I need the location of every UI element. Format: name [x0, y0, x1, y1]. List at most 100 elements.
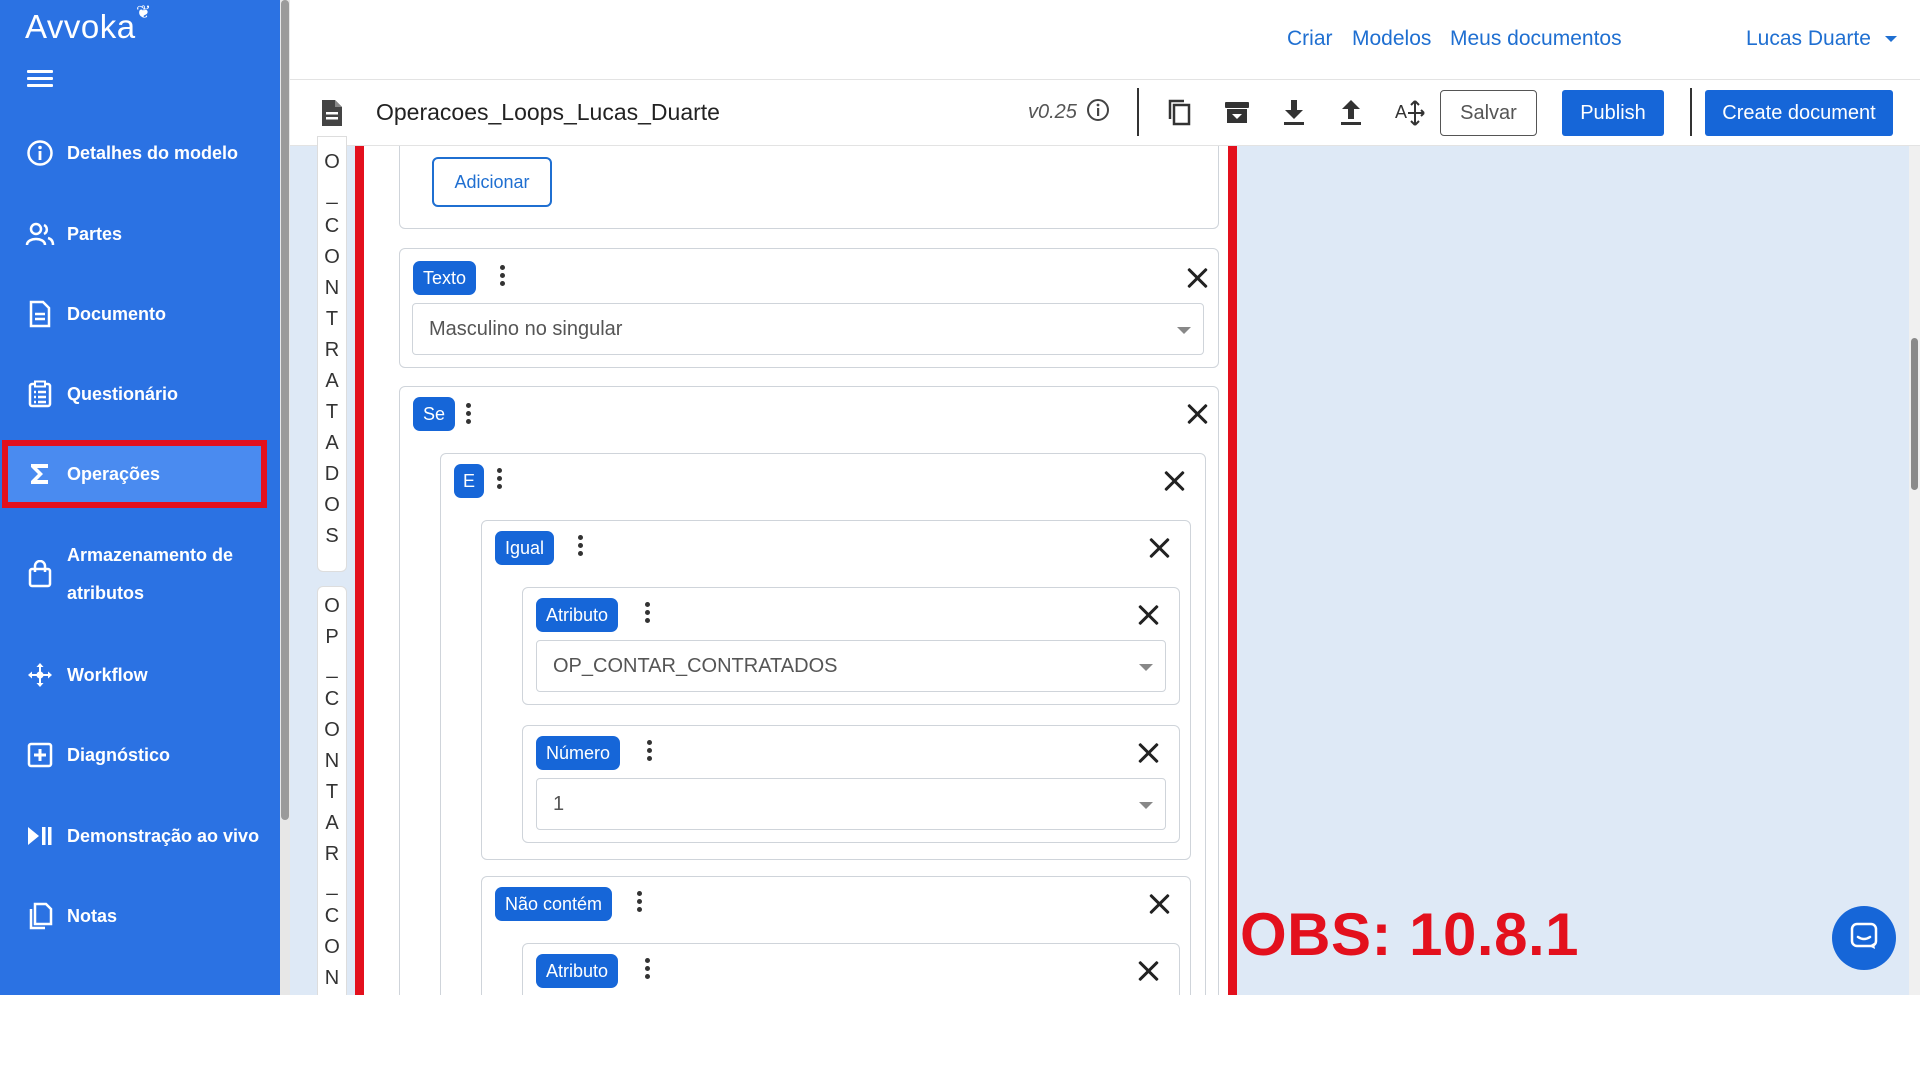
user-menu[interactable]: Lucas Duarte	[1746, 27, 1897, 51]
info-icon[interactable]	[1086, 98, 1110, 127]
numero-select[interactable]: 1	[536, 778, 1166, 830]
igual-tag[interactable]: Igual	[495, 531, 555, 565]
toolbar-divider	[1690, 88, 1692, 136]
sidebar-item-label: Questionário	[67, 384, 179, 404]
atributo-tag[interactable]: Atributo	[536, 954, 619, 988]
close-icon[interactable]	[1186, 403, 1208, 425]
vertical-char: D	[324, 463, 340, 485]
numero-card: Número 1	[522, 725, 1180, 843]
kebab-menu-icon[interactable]	[637, 891, 643, 915]
kebab-menu-icon[interactable]	[647, 740, 653, 764]
vertical-char: R	[324, 339, 340, 361]
vertical-char: _	[326, 874, 338, 896]
sidebar-scrollbar-thumb[interactable]	[281, 0, 289, 820]
sidebar-item-detalhes[interactable]: Detalhes do modelo	[0, 134, 265, 172]
sidebar-item-partes[interactable]: Partes	[0, 215, 265, 253]
archive-icon[interactable]	[1223, 98, 1253, 128]
close-icon[interactable]	[1137, 960, 1159, 982]
vertical-char: O	[324, 719, 340, 741]
vertical-label-contratados[interactable]: O _ C O N T R A T A D O S	[317, 136, 347, 572]
operacoes-highlight-box	[2, 440, 267, 508]
close-icon[interactable]	[1148, 893, 1170, 915]
nao-contem-tag[interactable]: Não contém	[495, 887, 613, 921]
sidebar-item-workflow[interactable]: Workflow	[0, 656, 265, 694]
hamburger-menu-icon[interactable]	[27, 70, 53, 88]
chat-icon	[1849, 921, 1879, 956]
save-button[interactable]: Salvar	[1440, 90, 1537, 136]
atributo-card: Atributo OP_CONTAR_CONTRATADOS	[522, 587, 1180, 705]
sidebar-item-armazenamento[interactable]: Armazenamento de atributos	[0, 536, 265, 612]
nao-contem-card: Não contém Atributo	[481, 876, 1191, 995]
content-scrollbar-thumb[interactable]	[1911, 338, 1918, 490]
annotation-line-left	[355, 146, 364, 995]
vertical-char: T	[325, 401, 339, 423]
numero-select-value: 1	[553, 792, 565, 815]
texto-tag[interactable]: Texto	[413, 261, 477, 295]
nav-link-modelos[interactable]: Modelos	[1352, 27, 1431, 51]
app-screen: Avvoka ❦ Detalhes do modelo Partes Docum…	[0, 0, 1920, 995]
nav-link-meus-documentos[interactable]: Meus documentos	[1450, 27, 1622, 51]
chevron-down-icon	[1177, 327, 1191, 334]
atributo-select-value: OP_CONTAR_CONTRATADOS	[553, 654, 838, 677]
texto-select[interactable]: Masculino no singular	[412, 303, 1204, 355]
workflow-icon	[25, 660, 55, 690]
play-pause-icon	[25, 821, 55, 851]
e-card: E Igual Atributo OP_CONTAR_CONTRATADOS N…	[440, 453, 1206, 995]
atributo-tag[interactable]: Atributo	[536, 598, 619, 632]
leaf-icon: ❦	[136, 2, 152, 22]
sidebar-item-diagnostico[interactable]: Diagnóstico	[0, 736, 265, 774]
atributo-card: Atributo	[522, 943, 1180, 995]
operation-card-top: Adicionar	[399, 146, 1219, 229]
annotation-line-right	[1228, 146, 1237, 995]
add-button[interactable]: Adicionar	[432, 157, 552, 207]
close-icon[interactable]	[1137, 742, 1159, 764]
vertical-char: S	[325, 525, 339, 547]
vertical-char: _	[326, 657, 338, 679]
e-tag[interactable]: E	[454, 464, 484, 498]
vertical-char: O	[324, 595, 340, 617]
kebab-menu-icon[interactable]	[497, 468, 503, 492]
se-tag[interactable]: Se	[413, 397, 456, 431]
content-scrollbar[interactable]	[1909, 146, 1920, 995]
sidebar-item-documento[interactable]: Documento	[0, 295, 265, 333]
duplicate-icon[interactable]	[1166, 98, 1196, 128]
info-circle-icon	[25, 138, 55, 168]
close-icon[interactable]	[1186, 267, 1208, 289]
kebab-menu-icon[interactable]	[500, 265, 506, 289]
download-icon[interactable]	[1281, 98, 1311, 128]
copy-notes-icon	[25, 901, 55, 931]
sidebar-scrollbar[interactable]	[280, 0, 290, 995]
close-icon[interactable]	[1148, 537, 1170, 559]
chevron-down-icon	[1139, 664, 1153, 671]
close-icon[interactable]	[1137, 604, 1159, 626]
sidebar-item-demonstracao[interactable]: Demonstração ao vivo	[0, 817, 265, 855]
sidebar-item-label: Armazenamento de	[67, 545, 234, 565]
document-icon	[25, 299, 55, 329]
sidebar-item-notas[interactable]: Notas	[0, 897, 265, 935]
upload-icon[interactable]	[1338, 98, 1368, 128]
vertical-label-op-contar[interactable]: O P _ C O N T A R _ C O N	[317, 586, 347, 995]
vertical-char: N	[324, 750, 340, 772]
kebab-menu-icon[interactable]	[645, 602, 651, 626]
sidebar-item-questionario[interactable]: Questionário	[0, 375, 265, 413]
atributo-select[interactable]: OP_CONTAR_CONTRATADOS	[536, 640, 1166, 692]
publish-button[interactable]: Publish	[1562, 90, 1664, 136]
kebab-menu-icon[interactable]	[466, 403, 472, 427]
vertical-char: P	[325, 626, 339, 648]
texto-select-value: Masculino no singular	[429, 317, 623, 340]
kebab-menu-icon[interactable]	[578, 535, 584, 559]
caret-down-icon	[1884, 36, 1897, 43]
vertical-char: T	[325, 308, 339, 330]
sidebar-item-label: Workflow	[67, 665, 148, 685]
sidebar-item-label: Diagnóstico	[67, 745, 171, 765]
chat-widget-button[interactable]	[1832, 906, 1896, 970]
numero-tag[interactable]: Número	[536, 736, 621, 770]
create-document-button[interactable]: Create document	[1705, 90, 1893, 136]
close-icon[interactable]	[1163, 470, 1185, 492]
nav-link-criar[interactable]: Criar	[1287, 27, 1333, 51]
sidebar-item-label-wrap: Armazenamento de atributos	[67, 536, 233, 612]
kebab-menu-icon[interactable]	[645, 958, 651, 982]
vertical-char: O	[324, 246, 340, 268]
spellcheck-move-icon[interactable]: A	[1395, 98, 1425, 128]
sidebar-item-label: Demonstração ao vivo	[67, 826, 260, 846]
